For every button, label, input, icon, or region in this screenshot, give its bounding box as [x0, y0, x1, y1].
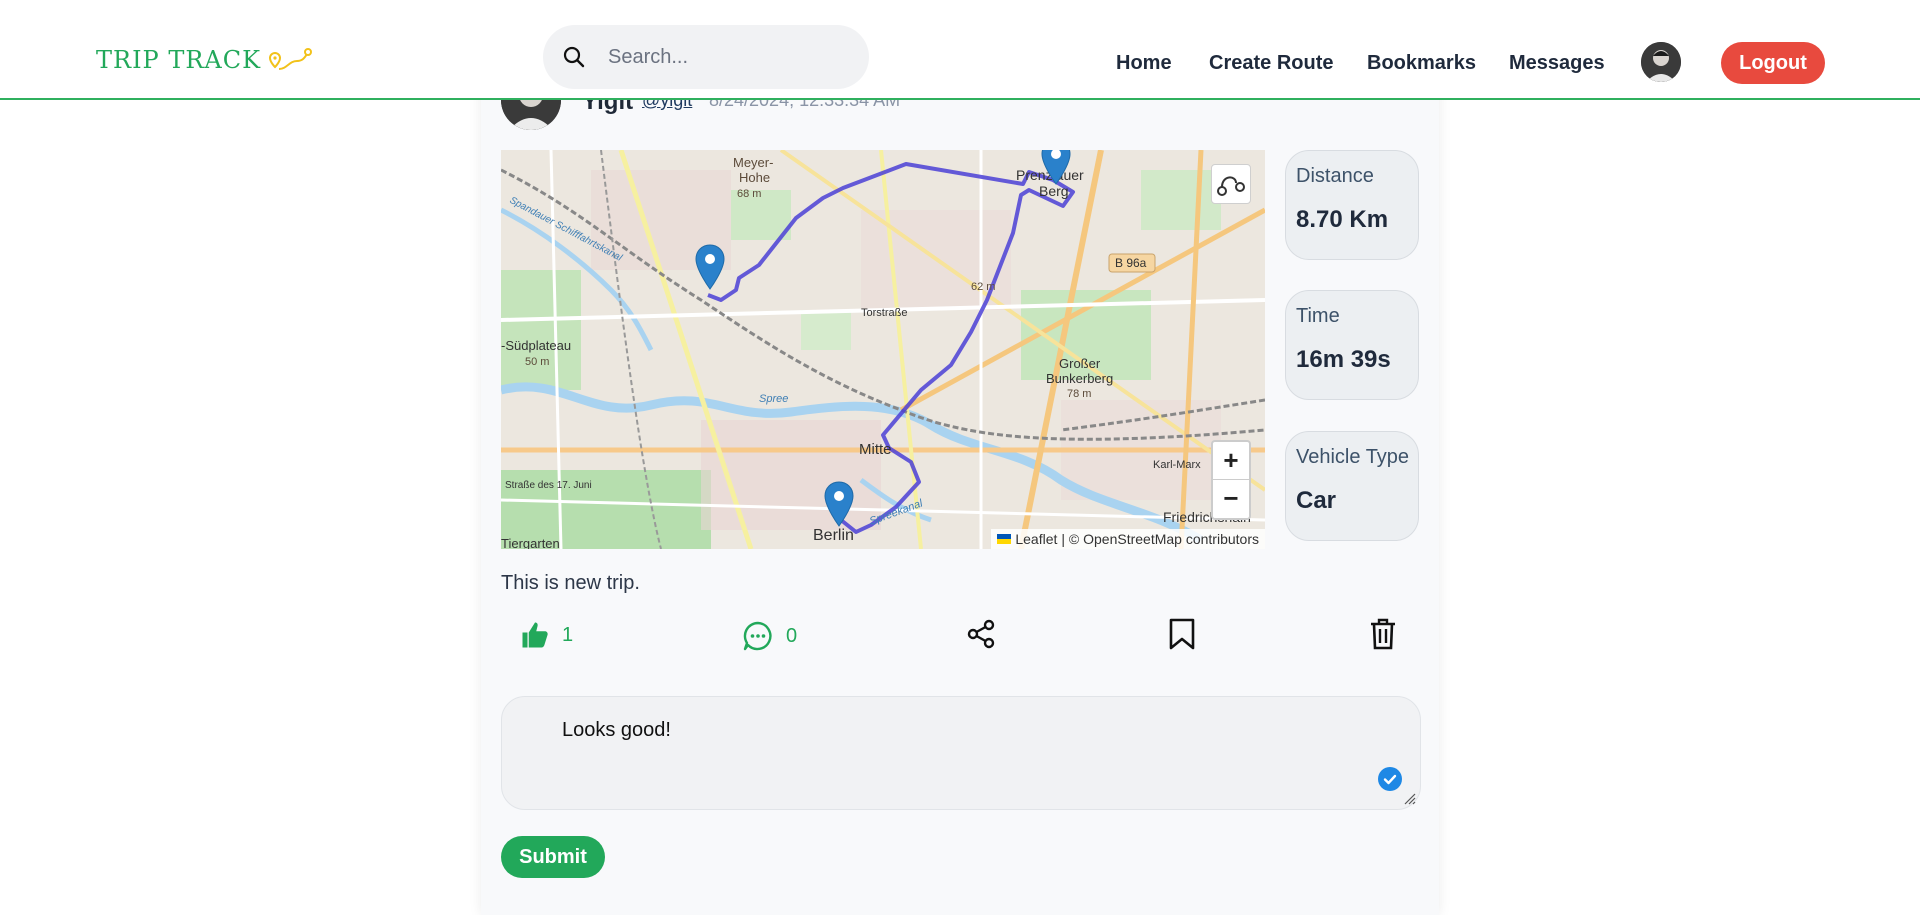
logout-button[interactable]: Logout	[1721, 42, 1825, 84]
map-label-78m: 78 m	[1067, 388, 1091, 400]
comment-text: Looks good!	[562, 719, 671, 741]
like-button[interactable]: 1	[520, 620, 573, 650]
bookmark-button[interactable]	[1167, 617, 1197, 651]
map-label-50m: 50 m	[525, 356, 549, 368]
submit-button[interactable]: Submit	[501, 836, 605, 878]
map-label-karl-marx: Karl-Marx	[1153, 459, 1201, 471]
resize-handle-icon[interactable]	[1402, 791, 1416, 805]
vehicle-type-value: Car	[1296, 487, 1337, 514]
map-label-berg: Berg	[1039, 183, 1069, 199]
map-label-meyer: Meyer-	[733, 155, 773, 170]
distance-value: 8.70 Km	[1296, 206, 1389, 233]
search-input[interactable]	[606, 44, 850, 70]
route-map[interactable]: Meyer- Hohe 68 m Prenzlauer Berg 62 m To…	[501, 150, 1265, 549]
avatar-image	[1641, 42, 1681, 82]
routing-toggle-button[interactable]	[1211, 164, 1251, 204]
map-label-62m: 62 m	[971, 281, 995, 293]
distance-label: Distance	[1296, 165, 1374, 187]
comment-textarea[interactable]: Looks good!	[501, 696, 1421, 810]
map-label-b96a: B 96a	[1115, 256, 1147, 270]
trash-icon	[1371, 618, 1395, 650]
user-avatar[interactable]	[1641, 42, 1681, 82]
brand-logo[interactable]: TRIP TRACK	[96, 46, 313, 74]
route-icon	[1217, 176, 1245, 196]
zoom-out-button[interactable]: −	[1213, 480, 1249, 517]
thumbs-up-icon	[522, 622, 548, 648]
attribution-osm-text[interactable]: | © OpenStreetMap contributors	[1061, 531, 1259, 547]
route-pin-icon	[269, 48, 313, 70]
vehicle-type-label: Vehicle Type	[1296, 446, 1410, 468]
comment-icon	[743, 621, 772, 651]
map-label-strasse17: Straße des 17. Juni	[505, 480, 592, 491]
map-label-grosser: Großer	[1059, 356, 1101, 371]
map-label-hohe: Hohe	[739, 170, 770, 185]
search-bar[interactable]	[543, 25, 869, 89]
map-label-berlin: Berlin	[813, 527, 854, 544]
vehicle-type-stat-card: Vehicle Type Car	[1285, 431, 1419, 541]
zoom-in-button[interactable]: +	[1213, 442, 1249, 480]
like-count: 1	[562, 623, 574, 646]
ukraine-flag-icon	[997, 534, 1012, 544]
search-icon	[563, 46, 585, 68]
map-tiles: Meyer- Hohe 68 m Prenzlauer Berg 62 m To…	[501, 150, 1265, 549]
map-label-suedplateau: -Südplateau	[501, 338, 571, 353]
bookmark-icon	[1169, 618, 1195, 650]
map-label-tiergarten: Tiergarten	[501, 536, 560, 549]
time-label: Time	[1296, 305, 1340, 327]
time-stat-card: Time 16m 39s	[1285, 290, 1419, 400]
attribution-leaflet-link[interactable]: Leaflet	[1015, 531, 1057, 547]
grammar-check-icon[interactable]	[1378, 767, 1402, 791]
trip-description: This is new trip.	[501, 572, 640, 594]
map-attribution: Leaflet | © OpenStreetMap contributors	[991, 529, 1265, 549]
time-value: 16m 39s	[1296, 346, 1391, 373]
comment-button[interactable]: 0	[742, 620, 797, 652]
share-icon	[967, 619, 995, 649]
map-label-torstrasse: Torstraße	[861, 307, 907, 319]
share-button[interactable]	[965, 618, 997, 650]
nav-bookmarks[interactable]: Bookmarks	[1367, 52, 1476, 75]
zoom-control: + −	[1211, 440, 1251, 520]
map-label-68m: 68 m	[737, 188, 761, 200]
top-navbar: TRIP TRACK Home Create Route Bookmarks M…	[0, 0, 1920, 100]
distance-stat-card: Distance 8.70 Km	[1285, 150, 1419, 260]
delete-button[interactable]	[1369, 617, 1397, 651]
map-label-spree: Spree	[759, 393, 788, 405]
nav-create-route[interactable]: Create Route	[1209, 52, 1333, 75]
comment-count: 0	[786, 624, 798, 647]
map-label-mitte: Mitte	[859, 441, 892, 458]
brand-name: TRIP TRACK	[96, 46, 262, 74]
nav-home[interactable]: Home	[1116, 52, 1172, 75]
nav-messages[interactable]: Messages	[1509, 52, 1605, 75]
map-label-bunkerberg: Bunkerberg	[1046, 371, 1113, 386]
